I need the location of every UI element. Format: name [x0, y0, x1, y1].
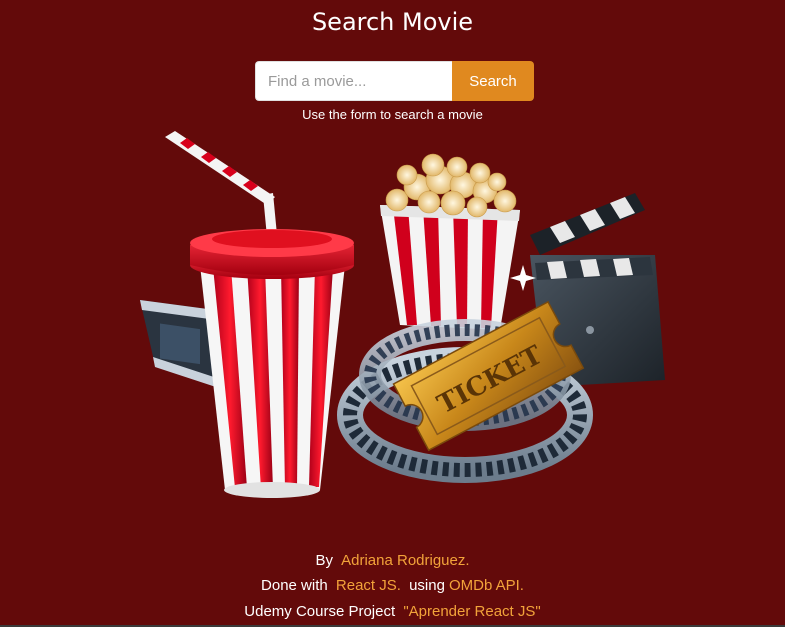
search-help-text: Use the form to search a movie — [302, 107, 483, 122]
react-link[interactable]: React JS. — [336, 577, 401, 594]
footer-by-label: By — [315, 552, 333, 569]
footer-credits: By Adriana Rodriguez. — [0, 552, 785, 569]
omdb-link[interactable]: OMDb API. — [449, 577, 524, 594]
footer-course-label: Udemy Course Project — [244, 603, 396, 620]
search-form: Search — [255, 61, 534, 101]
footer-tech: Done with React JS. using OMDb API. — [0, 577, 785, 594]
author-link[interactable]: Adriana Rodriguez. — [341, 552, 469, 569]
footer-course: Udemy Course Project "Aprender React JS" — [0, 603, 785, 620]
search-input[interactable] — [255, 61, 452, 101]
footer-done-with-label: Done with — [261, 577, 328, 594]
app-page: Search Movie Search Use the form to sear… — [0, 0, 785, 627]
course-link[interactable]: "Aprender React JS" — [403, 603, 540, 620]
search-button[interactable]: Search — [452, 61, 534, 101]
movie-illustration: TICKET — [140, 131, 665, 498]
popcorn-icon — [380, 153, 520, 330]
footer-using-label: using — [409, 577, 445, 594]
page-title: Search Movie — [311, 8, 474, 36]
